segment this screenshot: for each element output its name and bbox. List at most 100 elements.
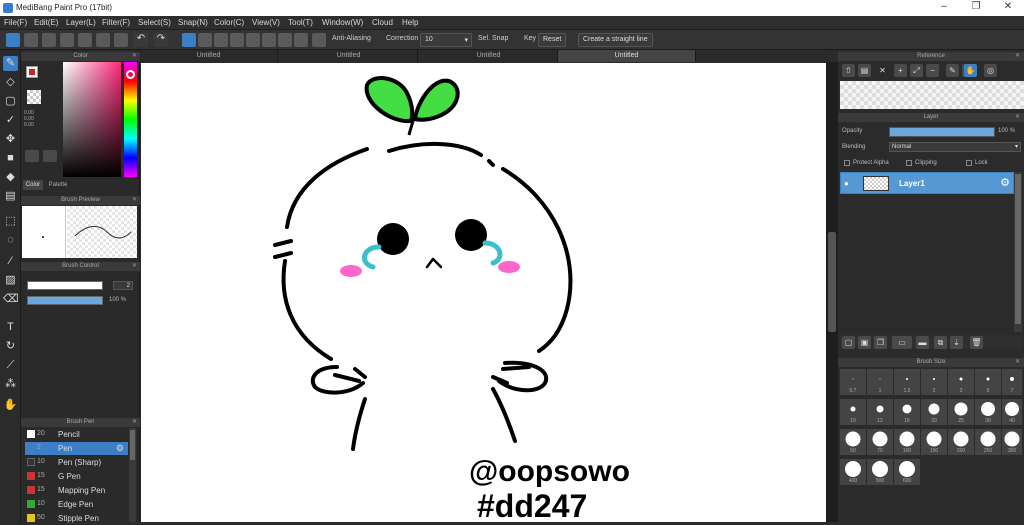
divide-tool-icon[interactable]: ⟋	[3, 358, 18, 373]
add-reference-icon[interactable]: ⇧	[842, 64, 855, 77]
select-tool-icon[interactable]: ✓	[3, 113, 18, 128]
layer-opacity-slider[interactable]	[889, 127, 995, 137]
fill-tool-icon[interactable]: ■	[3, 151, 18, 166]
select-eraser-icon[interactable]: ⌫	[3, 292, 19, 307]
redo-icon[interactable]: ↷	[154, 33, 168, 47]
brush-item-pen-sharp[interactable]: 10 Pen (Sharp)	[25, 456, 128, 469]
lock-checkbox[interactable]	[966, 160, 972, 166]
brush-opacity-slider[interactable]	[27, 296, 103, 305]
brush-size-cell[interactable]: 400	[840, 459, 866, 485]
magic-wand-icon[interactable]: ⁄	[3, 254, 18, 269]
snap-off-icon[interactable]	[182, 33, 196, 47]
brush-item-pencil[interactable]: 20 Pencil	[25, 428, 128, 441]
correction-select[interactable]: 10 ▾	[420, 33, 472, 47]
protect-alpha-checkbox[interactable]	[844, 160, 850, 166]
brush-size-cell[interactable]: 50	[840, 429, 866, 455]
brush-size-cell[interactable]: 3	[948, 369, 974, 395]
layer-row[interactable]: ● Layer1 ⚙	[840, 172, 1014, 194]
brush-size-cell[interactable]: 2	[921, 369, 947, 395]
text-tool-icon[interactable]: T	[3, 320, 18, 335]
eyedropper-icon[interactable]: ⁂	[3, 377, 18, 392]
brush-item-stipple-pen[interactable]: 50 Stipple Pen	[25, 512, 128, 525]
brush-item-g-pen[interactable]: 15 G Pen	[25, 470, 128, 483]
tab-untitled-1[interactable]: Untitled	[140, 50, 278, 62]
copy-layer-icon[interactable]: ⧉	[934, 336, 947, 349]
tab-untitled-2[interactable]: Untitled	[280, 50, 418, 62]
hand-icon[interactable]: ✋	[964, 64, 977, 77]
close-reference-icon[interactable]: ✕	[876, 64, 889, 77]
curve-snap-icon[interactable]	[294, 33, 308, 47]
pen-icon[interactable]: ✎	[946, 64, 959, 77]
dot-tool-icon[interactable]: ▢	[3, 94, 18, 109]
gear-icon[interactable]: ⚙	[116, 443, 124, 454]
zoom-in-icon[interactable]: +	[894, 64, 907, 77]
menu-view[interactable]: View(V)	[252, 18, 280, 27]
share-icon[interactable]	[114, 33, 128, 47]
close-icon[interactable]: ✕	[132, 52, 137, 61]
new-layer-icon[interactable]: ▢	[842, 336, 855, 349]
brush-size-cell[interactable]: 25	[948, 399, 974, 425]
operation-tool-icon[interactable]: ↻	[3, 339, 18, 354]
settings-icon[interactable]	[312, 33, 326, 47]
vanishing-snap-icon[interactable]	[230, 33, 244, 47]
move-tool-icon[interactable]: ✥	[3, 132, 18, 147]
menu-layer[interactable]: Layer(L)	[66, 18, 96, 27]
brush-size-cell[interactable]: 7	[1002, 369, 1022, 395]
brush-size-cell[interactable]: 200	[948, 429, 974, 455]
foreground-color-swatch[interactable]	[26, 66, 38, 78]
new-file-icon[interactable]	[6, 33, 20, 47]
layer-scrollbar[interactable]	[1014, 172, 1022, 332]
hand-tool-icon[interactable]: ✋	[3, 398, 18, 413]
tab-untitled-3[interactable]: Untitled	[420, 50, 558, 62]
layer-menu-icon[interactable]: ▭	[892, 336, 912, 349]
select-pen-icon[interactable]: ▨	[3, 273, 18, 288]
close-icon[interactable]: ✕	[1015, 52, 1020, 61]
brush-size-slider[interactable]	[27, 281, 103, 290]
drawing-canvas[interactable]: @oopsowo #dd247	[141, 63, 826, 524]
cloud-save-icon[interactable]	[60, 33, 74, 47]
zoom-out-icon[interactable]: −	[926, 64, 939, 77]
brush-size-cell[interactable]: 300	[1002, 429, 1022, 455]
parallel-snap-icon[interactable]	[198, 33, 212, 47]
open-reference-icon[interactable]: ▤	[858, 64, 871, 77]
brush-size-cell[interactable]: 10	[840, 399, 866, 425]
snap-checkbox-label[interactable]: Sel. Snap	[478, 35, 508, 42]
merge-down-icon[interactable]: ⇣	[950, 336, 963, 349]
close-icon[interactable]: ✕	[1015, 113, 1020, 122]
close-icon[interactable]: ✕	[132, 418, 137, 427]
close-button[interactable]: ✕	[994, 1, 1022, 15]
close-icon[interactable]: ✕	[132, 262, 137, 271]
eraser-tool-icon[interactable]: ◇	[3, 75, 18, 90]
hue-slider-handle[interactable]	[126, 70, 135, 79]
close-icon[interactable]: ✕	[1015, 358, 1020, 367]
brush-tool-icon[interactable]: ✎	[3, 56, 18, 71]
transparent-color-swatch[interactable]	[27, 90, 41, 104]
page-icon[interactable]	[96, 33, 110, 47]
grid-snap-icon[interactable]	[262, 33, 276, 47]
folder-icon[interactable]: ▬	[916, 336, 929, 349]
reset-button[interactable]: Reset	[538, 33, 567, 47]
clipping-checkbox[interactable]	[906, 160, 912, 166]
menu-filter[interactable]: Filter(F)	[102, 18, 130, 27]
delete-layer-icon[interactable]: 🗑	[970, 336, 983, 349]
duplicate-layer-icon[interactable]: ❐	[874, 336, 887, 349]
brush-size-value[interactable]: 2	[113, 281, 133, 290]
color-picker-square[interactable]	[63, 62, 121, 177]
tab-palette[interactable]: Palette	[45, 180, 71, 190]
eye-icon[interactable]: ●	[844, 179, 849, 188]
fit-icon[interactable]: ⤢	[910, 64, 923, 77]
close-icon[interactable]: ✕	[132, 196, 137, 205]
radial-snap-icon[interactable]	[246, 33, 260, 47]
rotate-icon[interactable]: ◎	[984, 64, 997, 77]
color-history-icon[interactable]	[43, 150, 57, 162]
brush-list-scrollbar[interactable]	[129, 428, 136, 522]
open-file-icon[interactable]	[24, 33, 38, 47]
menu-window[interactable]: Window(W)	[322, 18, 363, 27]
tab-color[interactable]: Color	[23, 180, 43, 190]
add-color-icon[interactable]	[25, 150, 39, 162]
brush-item-pen[interactable]: 2 Pen ⚙	[25, 442, 128, 455]
antialias-label[interactable]: Anti-Aliasing	[332, 35, 371, 42]
menu-help[interactable]: Help	[402, 18, 418, 27]
brush-size-cell[interactable]: 100	[894, 429, 920, 455]
gear-icon[interactable]: ⚙	[1000, 176, 1010, 189]
